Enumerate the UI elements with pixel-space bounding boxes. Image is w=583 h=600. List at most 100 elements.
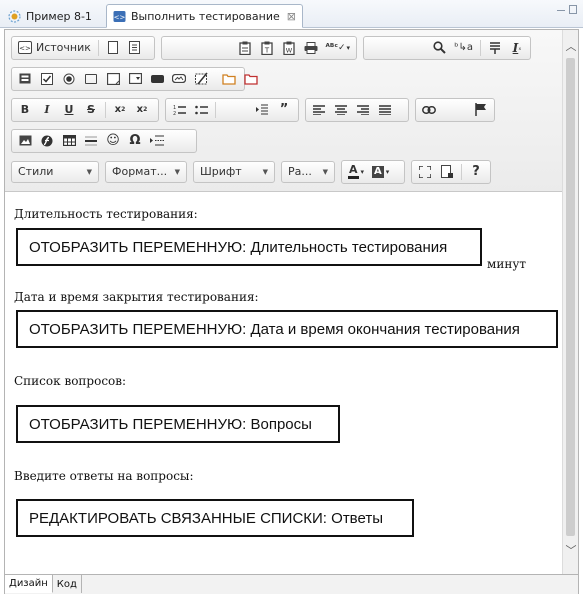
- search-icon: [433, 41, 446, 54]
- format-combo[interactable]: Формат... ▼: [105, 160, 187, 183]
- numbered-list-button[interactable]: 12: [169, 100, 189, 120]
- find-group: ᵇ↳a Iₓ: [363, 35, 531, 60]
- minimize-icon[interactable]: [557, 5, 565, 11]
- questions-label: Список вопросов:: [14, 374, 127, 388]
- maximize-icon[interactable]: [569, 5, 577, 14]
- paste-text-button[interactable]: T: [257, 38, 277, 58]
- svg-text:2: 2: [173, 111, 176, 116]
- table-button[interactable]: [59, 131, 79, 151]
- bg-color-button[interactable]: A ▾: [369, 162, 392, 182]
- strike-button[interactable]: S: [81, 100, 101, 120]
- image-icon: [19, 135, 31, 146]
- duration-variable-box[interactable]: ОТОБРАЗИТЬ ПЕРЕМЕННУЮ: Длительность тест…: [16, 228, 482, 266]
- size-combo[interactable]: Ра... ▼: [281, 160, 335, 183]
- indent-button[interactable]: [252, 100, 272, 120]
- font-combo[interactable]: Шрифт ▼: [193, 160, 275, 183]
- answers-label: Введите ответы на вопросы:: [14, 469, 194, 483]
- paste-word-icon: W: [282, 41, 295, 55]
- justify-icon: [379, 104, 391, 115]
- chevron-up-icon[interactable]: ︿: [563, 38, 579, 54]
- align-left-button[interactable]: [309, 100, 329, 120]
- preview-button[interactable]: [125, 38, 145, 58]
- color-group: A ▾ A ▾: [341, 159, 405, 184]
- form-icon: [19, 73, 31, 84]
- justify-button[interactable]: [375, 100, 395, 120]
- select-all-button[interactable]: [485, 38, 505, 58]
- questions-variable-box[interactable]: ОТОБРАЗИТЬ ПЕРЕМЕННУЮ: Вопросы: [16, 405, 340, 443]
- toolbar-row-2: [11, 66, 258, 91]
- align-right-button[interactable]: [353, 100, 373, 120]
- help-button[interactable]: ?: [466, 162, 486, 182]
- textarea-button[interactable]: [103, 69, 123, 89]
- select-icon: [128, 73, 142, 84]
- replace-button[interactable]: ᵇ↳a: [451, 38, 476, 58]
- hidden-field-icon: [194, 72, 208, 85]
- special-char-button[interactable]: Ω: [125, 131, 145, 151]
- close-icon[interactable]: ⊠: [287, 10, 296, 23]
- toolbar-row-3: B I U S x2 x2 12 ”: [11, 97, 495, 122]
- editor-content[interactable]: Длительность тестирования: ОТОБРАЗИТЬ ПЕ…: [5, 193, 562, 574]
- flash-button[interactable]: [37, 131, 57, 151]
- button-button[interactable]: [147, 69, 167, 89]
- textfield-button[interactable]: [81, 69, 101, 89]
- maximize-button[interactable]: [415, 162, 435, 182]
- svg-text:<>: <>: [114, 13, 126, 21]
- select-all-icon: [490, 42, 500, 54]
- insert-form-field-button[interactable]: [219, 69, 239, 89]
- underline-button[interactable]: U: [59, 100, 79, 120]
- tab-example-8-1[interactable]: Пример 8-1: [2, 4, 98, 28]
- italic-button[interactable]: I: [37, 100, 57, 120]
- styles-label: Стили: [18, 165, 54, 178]
- anchor-button[interactable]: [471, 100, 491, 120]
- form-icon: <>: [113, 10, 126, 22]
- new-page-button[interactable]: [103, 38, 123, 58]
- outdent-button[interactable]: [220, 100, 250, 120]
- print-button[interactable]: [301, 38, 321, 58]
- subscript-button[interactable]: x2: [110, 100, 130, 120]
- bold-button[interactable]: B: [15, 100, 35, 120]
- copy-icon: [238, 41, 251, 55]
- styles-combo[interactable]: Стили ▼: [11, 160, 99, 183]
- close-date-variable-box[interactable]: ОТОБРАЗИТЬ ПЕРЕМЕННУЮ: Дата и время окон…: [16, 310, 558, 348]
- toolbar-row-4: ☺ Ω: [11, 128, 197, 153]
- chevron-down-icon: ▼: [262, 167, 268, 176]
- image-button[interactable]: [15, 131, 35, 151]
- scroll-thumb[interactable]: [566, 58, 575, 536]
- text-color-icon: A: [348, 164, 359, 179]
- show-blocks-button[interactable]: [437, 162, 457, 182]
- radio-button[interactable]: [59, 69, 79, 89]
- vertical-scrollbar[interactable]: ︿ ﹀: [562, 30, 578, 574]
- smiley-icon: ☺: [106, 133, 120, 148]
- tab-design[interactable]: Дизайн: [5, 575, 53, 593]
- blockquote-button[interactable]: ”: [274, 100, 294, 120]
- paste-word-button[interactable]: W: [279, 38, 299, 58]
- image-button-button[interactable]: [169, 69, 189, 89]
- link-button[interactable]: [419, 100, 439, 120]
- page-break-button[interactable]: [147, 131, 167, 151]
- form-button[interactable]: [15, 69, 35, 89]
- spellcheck-button[interactable]: ᴬᴮᶜ✓ ▾: [323, 38, 353, 58]
- hidden-field-button[interactable]: [191, 69, 211, 89]
- align-center-button[interactable]: [331, 100, 351, 120]
- format-label: Формат...: [112, 165, 168, 178]
- select-button[interactable]: [125, 69, 145, 89]
- image-button-icon: [172, 74, 186, 83]
- copy-button[interactable]: [235, 38, 255, 58]
- source-button[interactable]: <> Источник: [15, 38, 94, 58]
- tab-code[interactable]: Код: [53, 575, 82, 593]
- bulleted-list-button[interactable]: [191, 100, 211, 120]
- smiley-button[interactable]: ☺: [103, 131, 123, 151]
- tab-run-testing[interactable]: <> Выполнить тестирование ⊠: [106, 4, 303, 28]
- textarea-icon: [106, 72, 120, 85]
- superscript-button[interactable]: x2: [132, 100, 152, 120]
- chevron-down-icon[interactable]: ﹀: [563, 542, 579, 558]
- find-button[interactable]: [429, 38, 449, 58]
- insert-list-field-button[interactable]: [241, 69, 261, 89]
- remove-format-button[interactable]: Iₓ: [507, 38, 527, 58]
- checkbox-button[interactable]: [37, 69, 57, 89]
- answers-list-box[interactable]: РЕДАКТИРОВАТЬ СВЯЗАННЫЕ СПИСКИ: Ответы: [16, 499, 414, 537]
- flash-icon: [41, 135, 53, 146]
- text-color-button[interactable]: A ▾: [345, 162, 367, 182]
- horizontal-rule-button[interactable]: [81, 131, 101, 151]
- editor-tab-strip: Пример 8-1 <> Выполнить тестирование ⊠: [0, 0, 583, 28]
